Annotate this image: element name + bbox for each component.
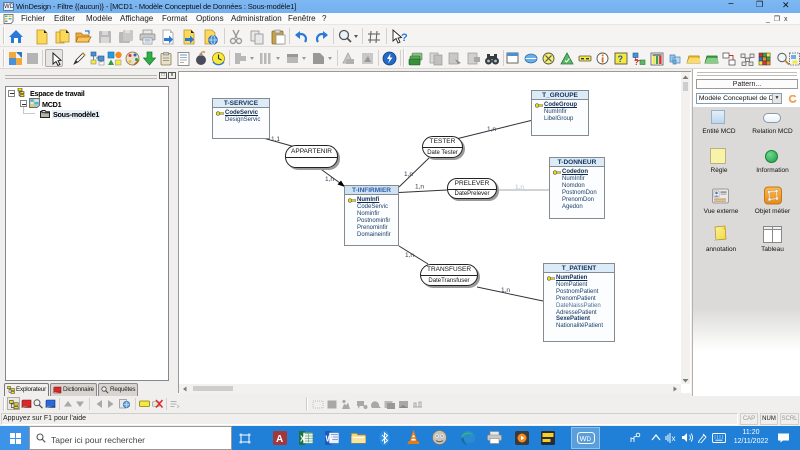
svg-text:W: W [326,435,334,444]
svg-text:?: ? [401,32,408,44]
svg-text:1,n: 1,n [415,184,424,191]
svg-text:x: x [672,434,676,443]
svg-text:1,n: 1,n [325,176,334,183]
svg-text:1,n: 1,n [405,252,414,259]
svg-text:X: X [300,435,306,444]
svg-text:1,n: 1,n [404,171,413,178]
svg-text:1,n: 1,n [515,184,524,191]
svg-text:?: ? [634,58,639,66]
svg-text:WD: WD [580,434,592,443]
svg-text:1,1: 1,1 [271,136,280,143]
svg-text:1,n: 1,n [501,287,510,294]
svg-text:A: A [276,434,283,445]
svg-text:1,n: 1,n [487,126,496,133]
svg-text:?: ? [618,54,624,64]
